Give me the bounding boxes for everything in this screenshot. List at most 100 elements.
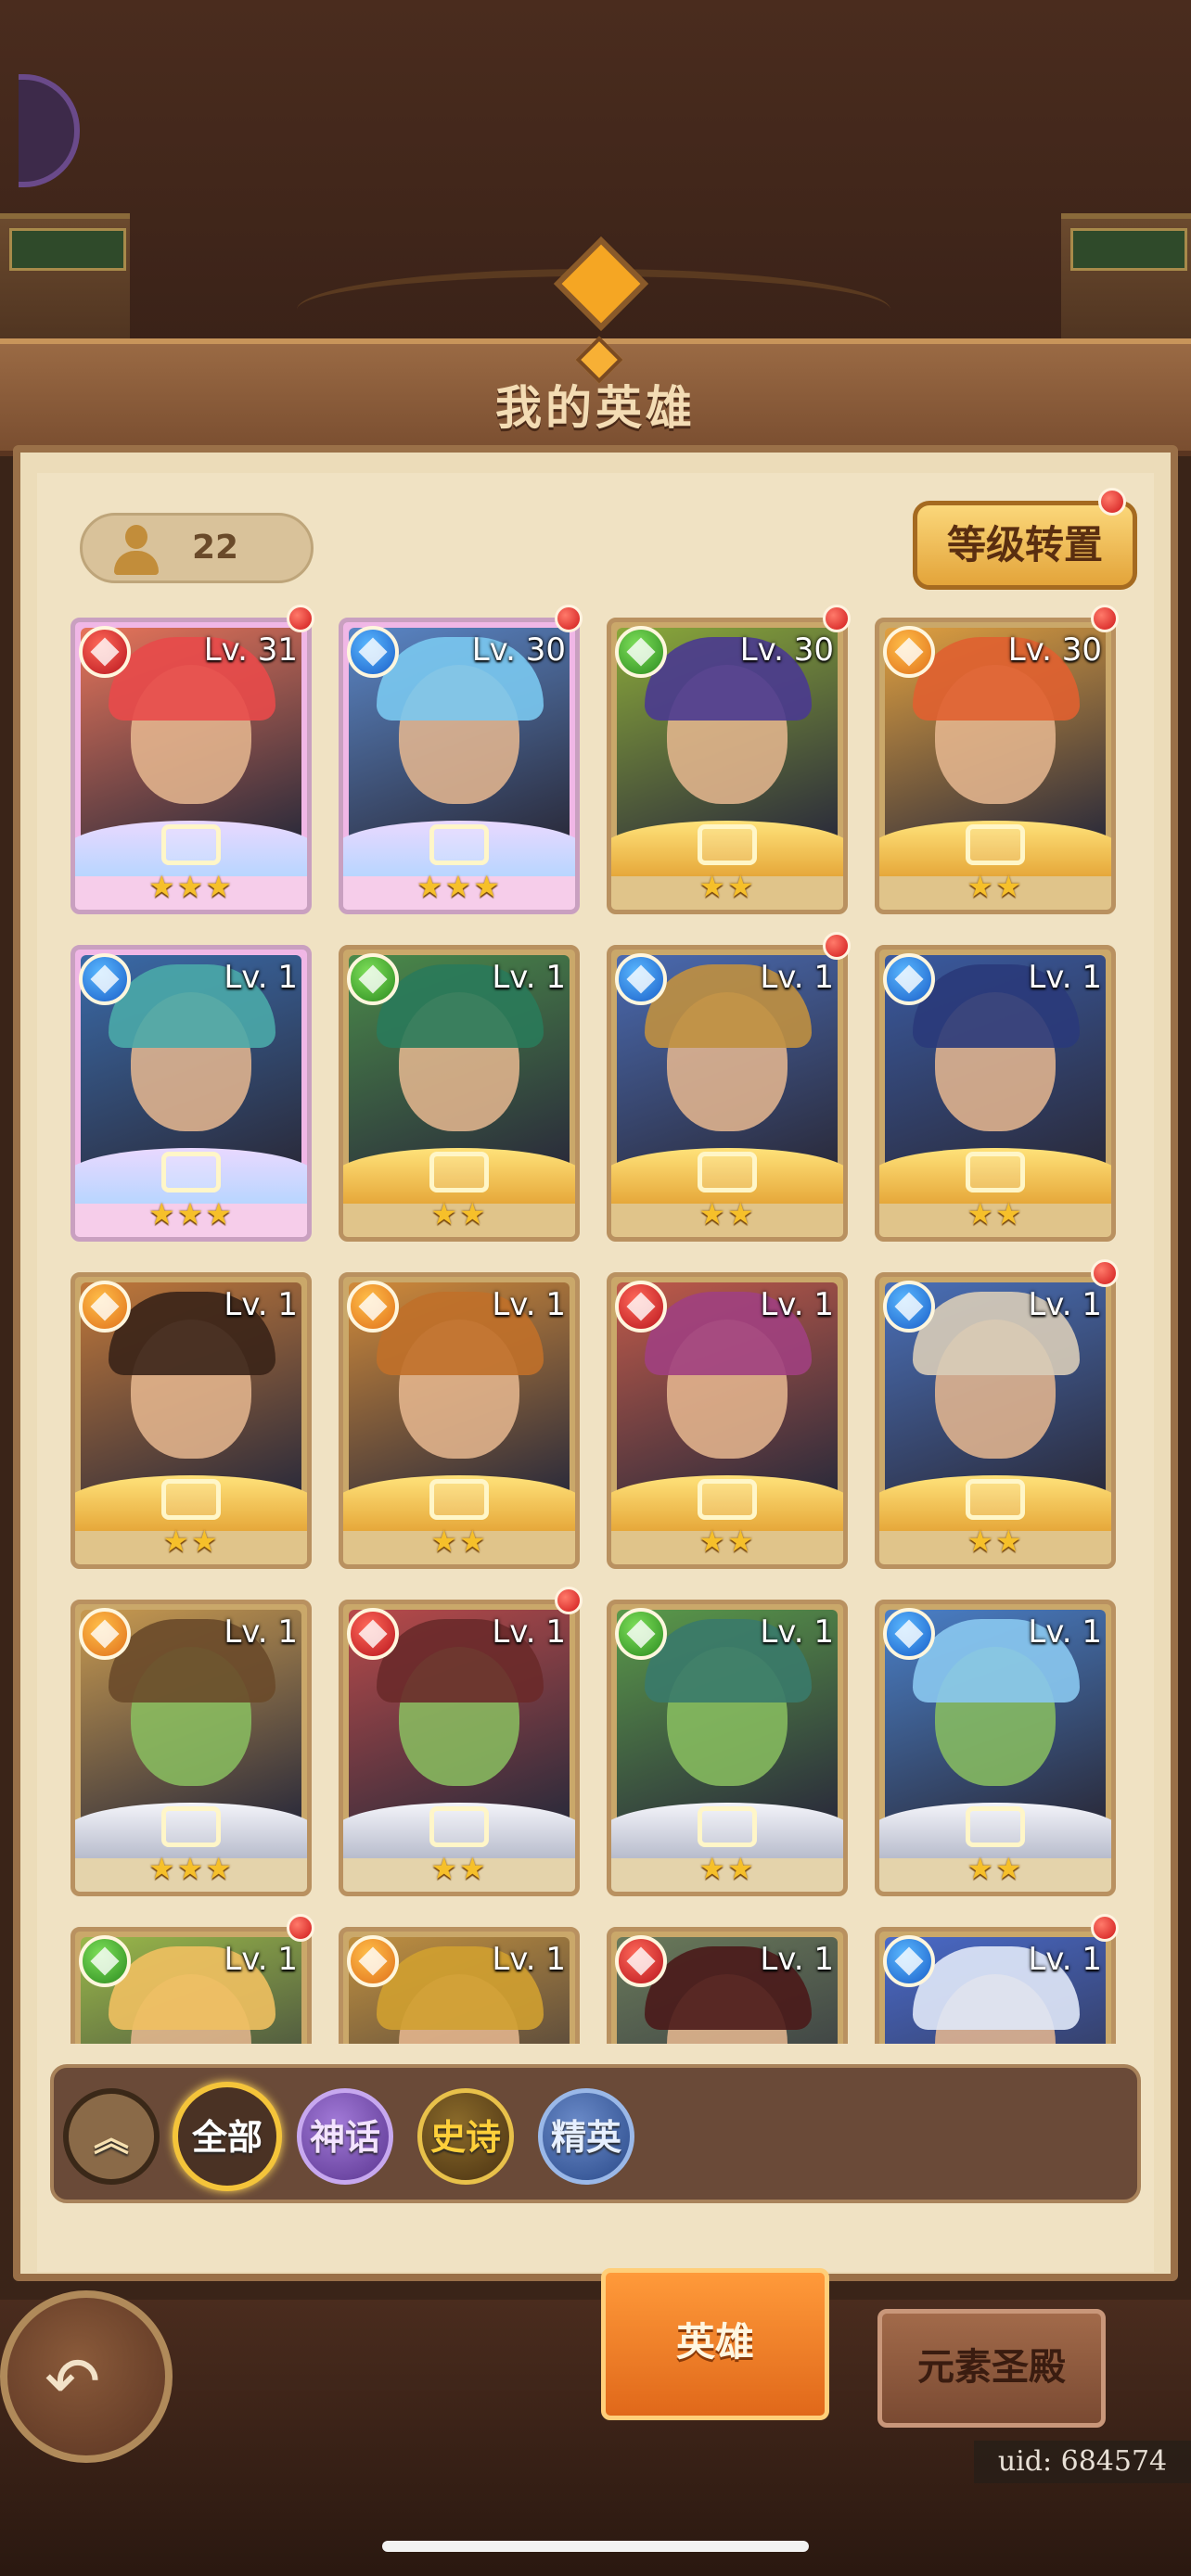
tab-heroes[interactable]: 英雄 [601, 2268, 829, 2420]
tab-element-shrine[interactable]: 元素圣殿 [877, 2309, 1106, 2428]
hero-level: Lv. 30 [471, 631, 566, 669]
hero-level: Lv. 1 [760, 959, 834, 996]
hero-alert-dot [1091, 1914, 1119, 1942]
hero-card[interactable]: Lv. 1 ★★ [339, 945, 580, 1242]
hero-grid: Lv. 31 ★★★ Lv. 30 ★★★ Lv. 30 ★★ Lv. 30 ★★ Lv. 1 ★… [70, 618, 1128, 2044]
element-orange-icon [79, 1608, 131, 1660]
hero-card[interactable]: Lv. 1 [339, 1927, 580, 2044]
hero-alert-dot [555, 1587, 583, 1614]
hero-card[interactable]: Lv. 1 ★★ [875, 1600, 1116, 1896]
star-rating: ★★ [162, 1524, 220, 1559]
hero-level: Lv. 30 [739, 631, 834, 669]
hero-level: Lv. 1 [1028, 959, 1102, 996]
hero-alert-dot [287, 1914, 314, 1942]
hero-card[interactable]: Lv. 1 ★★ [70, 1272, 312, 1569]
element-red-icon [79, 626, 131, 678]
star-rating: ★★★ [147, 869, 235, 904]
hero-level: Lv. 31 [203, 631, 298, 669]
element-red-icon [615, 1935, 667, 1987]
hero-card[interactable]: Lv. 30 ★★★ [339, 618, 580, 914]
hero-level: Lv. 1 [224, 1613, 298, 1651]
element-green-icon [615, 626, 667, 678]
element-green-icon [615, 1608, 667, 1660]
right-pillar-decoration [1061, 213, 1191, 349]
element-blue-icon [883, 1935, 935, 1987]
star-rating: ★★★ [147, 1851, 235, 1886]
star-rating: ★★ [698, 1851, 756, 1886]
hero-level: Lv. 1 [492, 1286, 566, 1323]
hero-level: Lv. 1 [760, 1941, 834, 1978]
element-blue-icon [883, 1608, 935, 1660]
hero-alert-dot [287, 605, 314, 632]
hero-alert-dot [555, 605, 583, 632]
element-blue-icon [883, 953, 935, 1005]
hero-card[interactable]: Lv. 1 ★★ [607, 945, 848, 1242]
hero-card[interactable]: Lv. 1 ★★ [875, 945, 1116, 1242]
filter-elite-button[interactable]: 精英 [538, 2088, 634, 2185]
filter-epic-button[interactable]: 史诗 [417, 2088, 514, 2185]
star-rating: ★★ [698, 1196, 756, 1231]
star-rating: ★★ [967, 1196, 1024, 1231]
filter-all-button[interactable]: 全部 [173, 2082, 282, 2191]
hero-level: Lv. 1 [492, 1941, 566, 1978]
hero-card[interactable]: Lv. 1 [607, 1927, 848, 2044]
element-green-icon [79, 1935, 131, 1987]
hero-level: Lv. 1 [224, 959, 298, 996]
page-title: 我的英雄 [495, 381, 696, 435]
element-orange-icon [883, 626, 935, 678]
person-icon [112, 525, 160, 575]
star-rating: ★★ [430, 1196, 488, 1231]
hero-alert-dot [1091, 1259, 1119, 1287]
hero-count-value: 22 [192, 529, 239, 567]
hero-card[interactable]: Lv. 1 [875, 1927, 1116, 2044]
star-rating: ★★★ [416, 869, 503, 904]
star-rating: ★★ [430, 1524, 488, 1559]
element-red-icon [347, 1608, 399, 1660]
double-chevron-up-icon: ︽ [93, 2118, 129, 2159]
hero-level: Lv. 1 [224, 1286, 298, 1323]
hero-level: Lv. 1 [224, 1941, 298, 1978]
star-rating: ★★ [967, 1524, 1024, 1559]
star-rating: ★★★ [147, 1196, 235, 1231]
hero-alert-dot [823, 932, 851, 960]
element-green-icon [347, 953, 399, 1005]
hero-level: Lv. 1 [760, 1286, 834, 1323]
hero-level: Lv. 1 [1028, 1613, 1102, 1651]
hero-card[interactable]: Lv. 30 ★★ [875, 618, 1116, 914]
hero-card[interactable]: Lv. 1 ★★ [875, 1272, 1116, 1569]
element-blue-icon [883, 1281, 935, 1333]
collapse-button[interactable]: ︽ [63, 2088, 160, 2185]
hero-card[interactable]: Lv. 1 ★★★ [70, 945, 312, 1242]
user-id: uid: 684574 [974, 2441, 1191, 2483]
hero-level: Lv. 1 [760, 1613, 834, 1651]
star-rating: ★★ [698, 1524, 756, 1559]
hero-card[interactable]: Lv. 1 ★★ [607, 1600, 848, 1896]
element-red-icon [615, 1281, 667, 1333]
hero-level: Lv. 1 [492, 1613, 566, 1651]
back-button[interactable]: ↶ [0, 2290, 173, 2463]
star-rating: ★★ [430, 1851, 488, 1886]
hero-level: Lv. 1 [1028, 1941, 1102, 1978]
hero-card[interactable]: Lv. 30 ★★ [607, 618, 848, 914]
hero-level: Lv. 30 [1007, 631, 1102, 669]
hero-level: Lv. 1 [492, 959, 566, 996]
hero-card[interactable]: Lv. 1 ★★ [607, 1272, 848, 1569]
hero-card[interactable]: Lv. 1 [70, 1927, 312, 2044]
star-rating: ★★ [967, 1851, 1024, 1886]
element-blue-icon [79, 953, 131, 1005]
hero-card[interactable]: Lv. 1 ★★ [339, 1600, 580, 1896]
star-rating: ★★ [967, 869, 1024, 904]
home-indicator[interactable] [382, 2541, 809, 2552]
star-rating: ★★ [698, 869, 756, 904]
hero-card[interactable]: Lv. 1 ★★ [339, 1272, 580, 1569]
hero-alert-dot [823, 605, 851, 632]
element-orange-icon [347, 1281, 399, 1333]
level-transfer-button[interactable]: 等级转置 [913, 501, 1137, 590]
hero-card[interactable]: Lv. 1 ★★★ [70, 1600, 312, 1896]
hero-card[interactable]: Lv. 31 ★★★ [70, 618, 312, 914]
filter-mythic-button[interactable]: 神话 [297, 2088, 393, 2185]
left-pillar-decoration [0, 213, 130, 349]
hero-level: Lv. 1 [1028, 1286, 1102, 1323]
element-orange-icon [347, 1935, 399, 1987]
hero-count: 22 [80, 513, 314, 583]
